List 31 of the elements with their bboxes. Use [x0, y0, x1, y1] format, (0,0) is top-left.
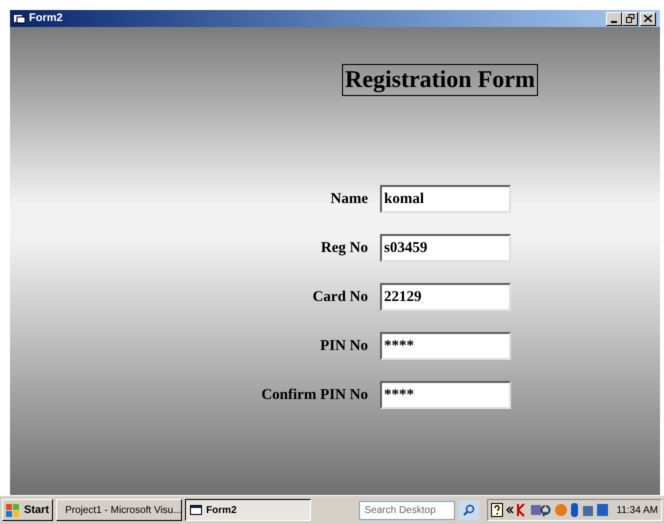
restore-button[interactable] — [622, 12, 638, 26]
input-field[interactable]: **** — [380, 332, 511, 360]
close-button[interactable] — [640, 12, 656, 26]
field-label: Reg No — [320, 238, 368, 258]
field-label: PIN No — [319, 336, 368, 356]
chevron-icon[interactable] — [506, 506, 514, 514]
search-field[interactable]: Search Desktop — [359, 500, 456, 520]
field-label: Name — [330, 190, 368, 209]
windows-logo-icon — [6, 504, 20, 516]
start-button[interactable]: Start — [2, 499, 54, 521]
window-title: Form2 — [29, 11, 63, 26]
input-field[interactable]: **** — [380, 381, 511, 409]
close-icon — [644, 15, 652, 22]
form-heading: Registration Form — [342, 64, 538, 96]
taskbar-button[interactable]: Form2 — [185, 499, 312, 521]
tray-icons-drawing[interactable] — [517, 502, 610, 518]
window-icon — [190, 504, 202, 516]
minimize-icon — [611, 20, 617, 22]
input-field[interactable]: 22129 — [380, 283, 511, 311]
taskbar-button[interactable]: Project1 - Microsoft Visu... — [56, 499, 182, 521]
window-icon — [14, 14, 25, 24]
field-label: Confirm PIN No — [260, 386, 368, 405]
restore-icon — [626, 14, 634, 23]
clock: 11:34 AM — [616, 504, 658, 518]
search-button[interactable] — [459, 500, 480, 520]
input-field[interactable]: komal — [380, 185, 511, 213]
help-icon[interactable] — [491, 503, 504, 517]
minimize-button[interactable] — [606, 12, 622, 26]
search-icon — [463, 504, 476, 516]
input-field[interactable]: s03459 — [380, 234, 511, 262]
field-label: Card No — [312, 288, 368, 307]
